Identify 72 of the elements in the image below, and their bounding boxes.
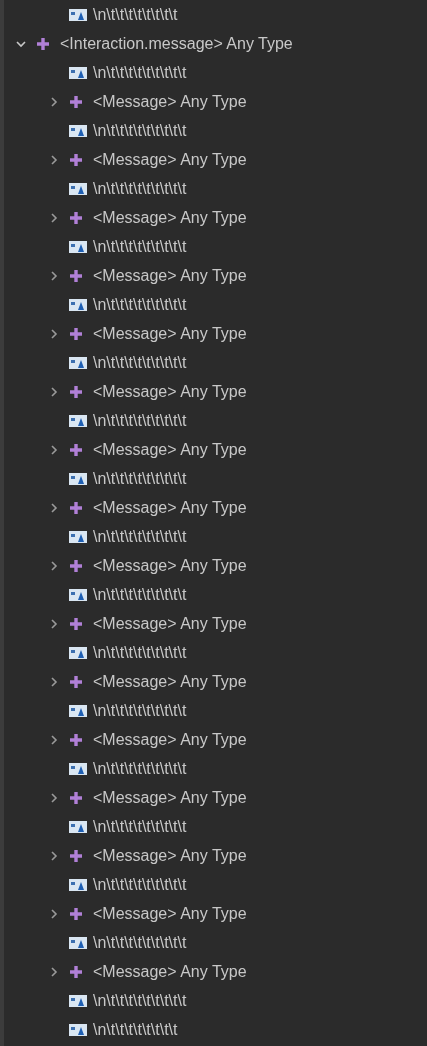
plus-icon xyxy=(69,442,83,457)
text-value: \n\t\t\t\t\t\t\t\t xyxy=(93,4,178,25)
node-label: <Message> Any Type xyxy=(93,671,247,692)
node-label: <Message> Any Type xyxy=(93,961,247,982)
text-value: \n\t\t\t\t\t\t\t\t\t xyxy=(93,294,187,315)
text-value: \n\t\t\t\t\t\t\t\t\t xyxy=(93,874,187,895)
text-field-icon xyxy=(69,529,87,544)
text-value: \n\t\t\t\t\t\t\t\t\t xyxy=(93,584,187,605)
text-value: \n\t\t\t\t\t\t\t\t\t xyxy=(93,932,187,953)
text-field-icon xyxy=(69,413,87,428)
node-label: <Message> Any Type xyxy=(93,497,247,518)
plus-icon xyxy=(69,790,83,805)
text-field-icon xyxy=(69,877,87,892)
plus-icon xyxy=(69,616,83,631)
text-field-icon xyxy=(69,935,87,950)
node-label: <Message> Any Type xyxy=(93,265,247,286)
plus-icon xyxy=(69,558,83,573)
plus-icon xyxy=(69,326,83,341)
text-field-icon xyxy=(69,65,87,80)
text-field-icon xyxy=(69,123,87,138)
text-value: \n\t\t\t\t\t\t\t\t\t xyxy=(93,758,187,779)
plus-icon xyxy=(69,674,83,689)
node-label: <Message> Any Type xyxy=(93,91,247,112)
node-label: <Message> Any Type xyxy=(93,613,247,634)
text-field-icon xyxy=(69,703,87,718)
text-field-icon xyxy=(69,239,87,254)
plus-icon xyxy=(69,384,83,399)
text-value: \n\t\t\t\t\t\t\t\t xyxy=(93,1019,178,1040)
plus-icon xyxy=(69,732,83,747)
text-field-icon xyxy=(69,819,87,834)
plus-icon xyxy=(69,964,83,979)
plus-icon xyxy=(69,848,83,863)
text-field-icon xyxy=(69,355,87,370)
text-field-icon xyxy=(69,645,87,660)
plus-icon xyxy=(36,36,50,51)
text-value: \n\t\t\t\t\t\t\t\t\t xyxy=(93,700,187,721)
text-field-icon xyxy=(69,761,87,776)
plus-icon xyxy=(69,210,83,225)
plus-icon xyxy=(69,500,83,515)
text-value: \n\t\t\t\t\t\t\t\t\t xyxy=(93,990,187,1011)
plus-icon xyxy=(69,906,83,921)
text-field-icon xyxy=(69,181,87,196)
text-value: \n\t\t\t\t\t\t\t\t\t xyxy=(93,120,187,141)
node-label: <Message> Any Type xyxy=(93,323,247,344)
node-label: <Message> Any Type xyxy=(93,207,247,228)
text-value: \n\t\t\t\t\t\t\t\t\t xyxy=(93,62,187,83)
text-field-icon xyxy=(69,587,87,602)
node-label: <Message> Any Type xyxy=(93,149,247,170)
node-label: <Message> Any Type xyxy=(93,381,247,402)
text-value: \n\t\t\t\t\t\t\t\t\t xyxy=(93,468,187,489)
text-value: \n\t\t\t\t\t\t\t\t\t xyxy=(93,236,187,257)
node-label: <Message> Any Type xyxy=(93,903,247,924)
text-field-icon xyxy=(69,993,87,1008)
node-label: <Message> Any Type xyxy=(93,729,247,750)
text-value: \n\t\t\t\t\t\t\t\t\t xyxy=(93,526,187,547)
text-value: \n\t\t\t\t\t\t\t\t\t xyxy=(93,352,187,373)
plus-icon xyxy=(69,268,83,283)
node-label: <Message> Any Type xyxy=(93,439,247,460)
text-field-icon xyxy=(69,1022,87,1037)
text-value: \n\t\t\t\t\t\t\t\t\t xyxy=(93,642,187,663)
node-label: <Message> Any Type xyxy=(93,555,247,576)
plus-icon xyxy=(69,94,83,109)
text-field-icon xyxy=(69,7,87,22)
text-field-icon xyxy=(69,297,87,312)
text-value: \n\t\t\t\t\t\t\t\t\t xyxy=(93,410,187,431)
node-label: <Message> Any Type xyxy=(93,787,247,808)
text-value: \n\t\t\t\t\t\t\t\t\t xyxy=(93,178,187,199)
plus-icon xyxy=(69,152,83,167)
node-label: <Interaction.message> Any Type xyxy=(60,33,293,54)
text-value: \n\t\t\t\t\t\t\t\t\t xyxy=(93,816,187,837)
node-label: <Message> Any Type xyxy=(93,845,247,866)
text-field-icon xyxy=(69,471,87,486)
